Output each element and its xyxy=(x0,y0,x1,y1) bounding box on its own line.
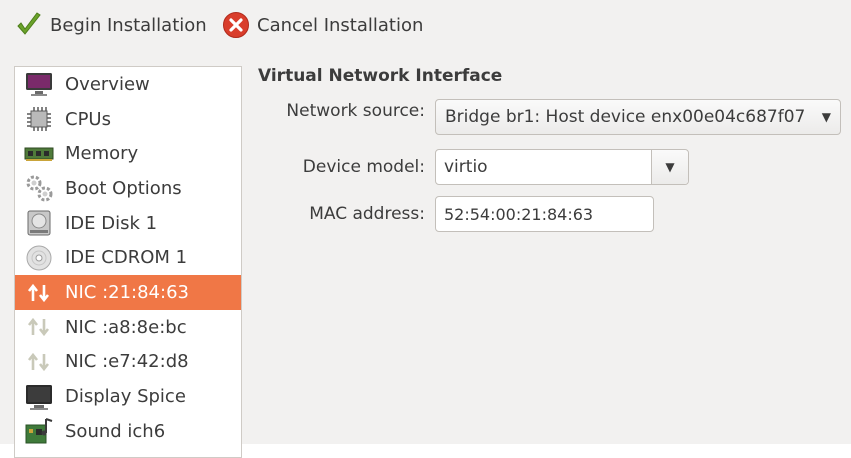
sidebar-item-nic-a8-8e-bc[interactable]: NIC :a8:8e:bc xyxy=(15,310,241,345)
begin-installation-button[interactable]: Begin Installation xyxy=(14,8,207,42)
content-area: Overview CPUs Memory Boot Options IDE Di… xyxy=(0,50,851,458)
sidebar-item-label: IDE CDROM 1 xyxy=(65,247,188,269)
gears-icon xyxy=(19,171,59,205)
mac-address-label: MAC address: xyxy=(309,204,425,224)
monitor-icon xyxy=(19,67,59,101)
sidebar-item-boot-options[interactable]: Boot Options xyxy=(15,171,241,206)
chevron-down-icon[interactable]: ▼ xyxy=(651,150,688,184)
network-icon xyxy=(19,276,59,310)
sidebar-item-sound-ich6[interactable]: Sound ich6 xyxy=(15,414,241,449)
sidebar-item-ide-cdrom-1[interactable]: IDE CDROM 1 xyxy=(15,241,241,276)
network-source-value: Bridge br1: Host device enx00e04c687f07 xyxy=(445,107,806,127)
sidebar-item-label: NIC :a8:8e:bc xyxy=(65,316,187,338)
toolbar: Begin Installation Cancel Installation xyxy=(0,0,851,50)
cancel-installation-button[interactable]: Cancel Installation xyxy=(221,8,423,42)
section-title: Virtual Network Interface xyxy=(258,66,503,86)
cdrom-icon xyxy=(19,241,59,275)
disk-icon xyxy=(19,206,59,240)
network-source-label: Network source: xyxy=(286,101,425,121)
network-icon xyxy=(19,310,59,344)
cancel-installation-label: Cancel Installation xyxy=(257,14,424,36)
sidebar-item-nic-21-84-63[interactable]: NIC :21:84:63 xyxy=(15,275,241,310)
memory-icon xyxy=(19,137,59,171)
sidebar-item-label: Display Spice xyxy=(65,386,186,408)
checkmark-icon xyxy=(14,10,44,40)
sidebar-item-label: NIC :21:84:63 xyxy=(65,282,189,304)
network-icon xyxy=(19,345,59,379)
sidebar-item-display-spice[interactable]: Display Spice xyxy=(15,379,241,414)
sidebar-item-label: CPUs xyxy=(65,108,111,130)
sidebar-item-label: Memory xyxy=(65,143,139,165)
sidebar-item-ide-disk-1[interactable]: IDE Disk 1 xyxy=(15,206,241,241)
sidebar-item-overview[interactable]: Overview xyxy=(15,67,241,102)
sidebar-item-memory[interactable]: Memory xyxy=(15,136,241,171)
network-source-select[interactable]: Bridge br1: Host device enx00e04c687f07 … xyxy=(435,99,841,135)
device-model-input[interactable]: virtio xyxy=(436,157,651,177)
cpu-icon xyxy=(19,102,59,136)
mac-address-field[interactable]: 52:54:00:21:84:63 xyxy=(435,196,654,232)
sidebar-item-label: Boot Options xyxy=(65,177,182,199)
device-model-label: Device model: xyxy=(302,157,425,177)
device-model-combo[interactable]: virtio ▼ xyxy=(435,149,689,185)
sidebar-item-label: NIC :e7:42:d8 xyxy=(65,351,189,373)
sidebar-item-cpus[interactable]: CPUs xyxy=(15,102,241,137)
sidebar-item-nic-e7-42-d8[interactable]: NIC :e7:42:d8 xyxy=(15,345,241,380)
cancel-icon xyxy=(221,10,251,40)
sidebar-item-label: IDE Disk 1 xyxy=(65,212,158,234)
sidebar-item-label: Overview xyxy=(65,73,150,95)
sidebar-item-label: Sound ich6 xyxy=(65,420,166,442)
hardware-list: Overview CPUs Memory Boot Options IDE Di… xyxy=(14,66,242,458)
chevron-down-icon: ▼ xyxy=(821,110,831,124)
begin-installation-label: Begin Installation xyxy=(50,14,207,36)
sound-icon xyxy=(19,414,59,448)
display-icon xyxy=(19,380,59,414)
